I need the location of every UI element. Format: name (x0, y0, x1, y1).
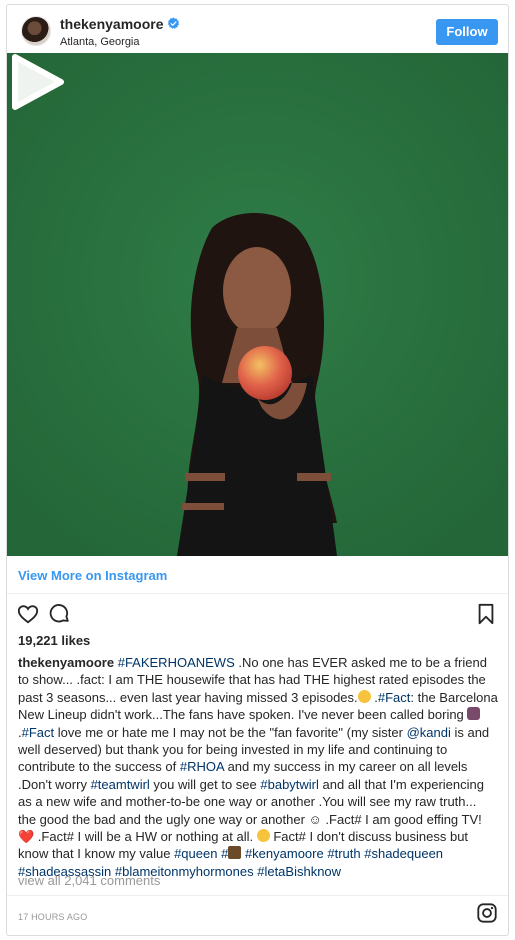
hashtag-link[interactable]: #shadequeen (364, 846, 443, 861)
post-header: thekenyamoore Atlanta, Georgia Follow (7, 5, 508, 53)
action-bar (7, 601, 508, 631)
hashtag-link[interactable]: #kenyamoore (245, 846, 324, 861)
hashtag-link[interactable]: #Fact (378, 690, 411, 705)
crown-icon (228, 846, 242, 860)
caption-text: love me or hate me I may not be the "fan… (54, 724, 407, 740)
hashtag-link[interactable]: # (221, 846, 228, 861)
hashtag-link[interactable]: #RHOA (180, 759, 224, 774)
bookmark-icon[interactable] (476, 603, 496, 625)
instagram-icon[interactable] (476, 902, 498, 924)
mention-link[interactable]: @kandi (407, 725, 451, 740)
view-all-comments-link[interactable]: view all 2,041 comments (18, 873, 160, 888)
caption-username[interactable]: thekenyamoore (18, 655, 114, 670)
divider (7, 895, 508, 896)
caption-text: you will get to see (149, 776, 261, 792)
verified-badge-icon (168, 17, 180, 30)
winking-kiss-face-icon (256, 829, 270, 843)
follow-button[interactable]: Follow (436, 19, 498, 45)
play-icon[interactable] (7, 53, 65, 111)
post-caption: thekenyamoore #FAKERHOANEWS .No one has … (18, 654, 498, 880)
bowling-icon (467, 707, 481, 721)
comment-icon[interactable] (49, 603, 71, 625)
post-timestamp[interactable]: 17 HOURS AGO (18, 912, 87, 922)
location-label[interactable]: Atlanta, Georgia (60, 36, 180, 48)
avatar[interactable] (21, 16, 51, 46)
hashtag-link[interactable]: #Fact (22, 725, 55, 740)
heart-emoji: ❤️ (18, 829, 35, 845)
likes-count[interactable]: 19,221 likes (18, 633, 90, 648)
instagram-embed-card: thekenyamoore Atlanta, Georgia Follow Vi… (6, 4, 509, 936)
hashtag-link[interactable]: #truth (327, 846, 360, 861)
caption-text: .Fact# I will be a HW or nothing at all. (34, 829, 257, 845)
hashtag-link[interactable]: #babytwirl (260, 777, 319, 792)
video-media[interactable] (7, 53, 508, 556)
hashtag-link[interactable]: #FAKERHOANEWS (118, 655, 235, 670)
heart-icon[interactable] (17, 603, 39, 625)
username[interactable]: thekenyamoore (60, 16, 163, 32)
user-info: thekenyamoore Atlanta, Georgia (60, 15, 180, 48)
view-more-link[interactable]: View More on Instagram (18, 568, 167, 583)
thinking-face-icon (357, 689, 371, 703)
hashtag-link[interactable]: #queen (174, 846, 217, 861)
caption-text: . (370, 689, 378, 705)
hashtag-link[interactable]: #letaBishknow (257, 864, 341, 879)
hashtag-link[interactable]: #teamtwirl (91, 777, 150, 792)
divider (7, 593, 508, 594)
video-frame (7, 53, 508, 556)
